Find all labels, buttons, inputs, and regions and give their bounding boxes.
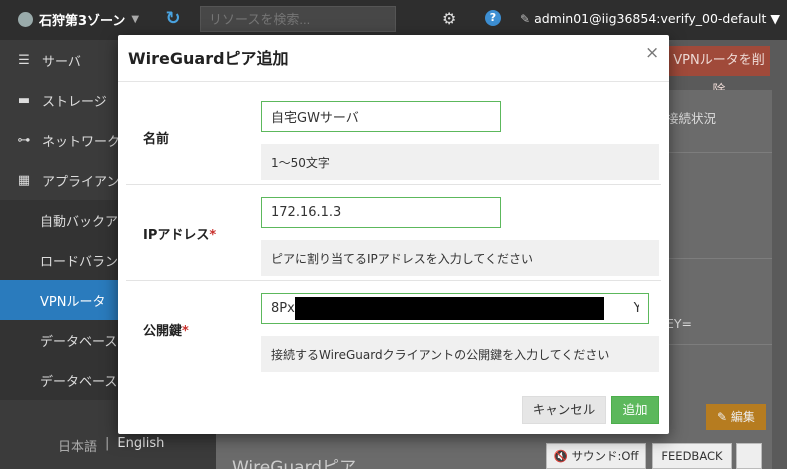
add-button[interactable]: 追加 bbox=[611, 396, 659, 424]
redaction-bar bbox=[295, 297, 604, 320]
name-label: 名前 bbox=[143, 128, 169, 147]
public-key-tail: EY= bbox=[666, 316, 693, 331]
close-icon[interactable]: × bbox=[645, 43, 659, 63]
edit-button-label: 編集 bbox=[730, 410, 755, 424]
required-mark: * bbox=[209, 228, 217, 243]
grid-icon: ▦ bbox=[17, 173, 31, 188]
user-menu[interactable]: ✎ admin01@iig36854:verify_00-default ▼ bbox=[520, 11, 780, 26]
ip-address-help-text: ピアに割り当てるIPアドレスを入力してください bbox=[261, 240, 659, 276]
name-help-text: 1～50文字 bbox=[261, 144, 659, 180]
caret-down-icon: ▼ bbox=[131, 14, 140, 25]
name-field[interactable] bbox=[261, 101, 501, 132]
public-key-label-text: 公開鍵 bbox=[143, 324, 183, 339]
connection-status-label: 接続状況 bbox=[666, 111, 717, 126]
edit-button[interactable]: ✎ 編集 bbox=[706, 404, 766, 430]
globe-icon bbox=[18, 12, 33, 27]
wireguard-peer-section-title: WireGuardピア bbox=[232, 458, 357, 469]
add-wireguard-peer-dialog: WireGuardピア追加 × 名前 1～50文字 IPアドレス* ピアに割り当… bbox=[118, 35, 669, 434]
disk-icon: ▬ bbox=[17, 93, 31, 108]
sidebar-item-label: ネットワーク bbox=[42, 134, 121, 150]
row-divider bbox=[126, 280, 661, 281]
caret-down-icon: ▼ bbox=[770, 11, 781, 26]
ip-address-label: IPアドレス* bbox=[143, 224, 216, 243]
lang-ja-link[interactable]: 日本語 bbox=[58, 436, 97, 455]
sidebar-item-label: サーバ bbox=[42, 54, 81, 70]
help-icon[interactable]: ? bbox=[485, 10, 501, 26]
sidebar-item-label: データベース bbox=[40, 334, 118, 350]
feather-icon: ✎ bbox=[520, 11, 531, 26]
server-icon: ☰ bbox=[18, 53, 30, 68]
dialog-title: WireGuardピア追加 bbox=[128, 49, 289, 68]
ip-address-label-text: IPアドレス bbox=[143, 228, 210, 243]
feedback-button[interactable]: FEEDBACK bbox=[652, 443, 732, 469]
public-key-help-text: 接続するWireGuardクライアントの公開鍵を入力してください bbox=[261, 336, 659, 372]
delete-vpn-router-button[interactable]: VPNルータを削除 bbox=[668, 46, 770, 98]
language-switcher: 日本語 | English bbox=[58, 436, 164, 455]
public-key-label: 公開鍵* bbox=[143, 320, 189, 339]
required-mark: * bbox=[182, 324, 189, 339]
search-input[interactable] bbox=[200, 6, 396, 32]
ip-address-field[interactable] bbox=[261, 197, 501, 228]
sound-label: サウンド:Off bbox=[571, 449, 639, 463]
zone-selector[interactable]: 石狩第3ゾーン ▼ bbox=[18, 10, 139, 29]
extra-button[interactable] bbox=[736, 443, 762, 469]
sidebar-item-label: VPNルータ bbox=[40, 294, 106, 310]
refresh-icon[interactable]: ↻ bbox=[162, 8, 184, 30]
cancel-button[interactable]: キャンセル bbox=[522, 396, 606, 424]
zone-label: 石狩第3ゾーン bbox=[39, 14, 126, 29]
top-bar: 石狩第3ゾーン ▼ ↻ ⚙ ? ✎ admin01@iig36854:verif… bbox=[0, 0, 787, 40]
user-account-label: admin01@iig36854:verify_00-default bbox=[534, 11, 767, 26]
sidebar-item-label: データベース bbox=[40, 374, 118, 390]
name-label-text: 名前 bbox=[143, 132, 170, 147]
sound-toggle-button[interactable]: 🔇 サウンド:Off bbox=[546, 443, 646, 469]
dialog-header-divider bbox=[118, 81, 669, 82]
sidebar-item-label: ストレージ bbox=[42, 94, 107, 110]
lang-separator: | bbox=[105, 436, 110, 451]
lang-en-link[interactable]: English bbox=[117, 436, 164, 455]
gear-icon[interactable]: ⚙ bbox=[442, 9, 456, 28]
network-icon: ⊶ bbox=[17, 133, 31, 148]
row-divider bbox=[126, 184, 661, 185]
